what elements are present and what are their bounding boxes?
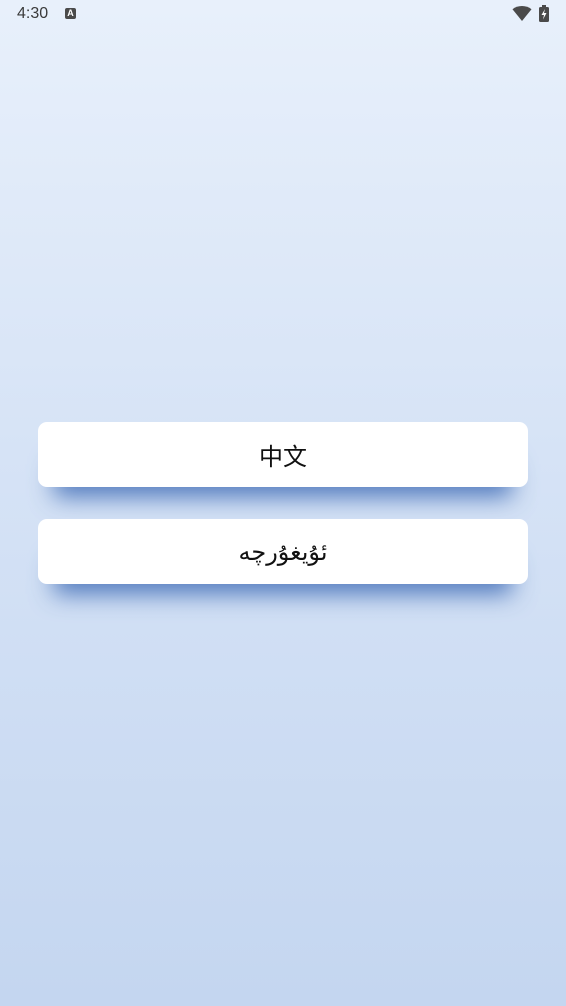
status-bar: 4:30 A <box>0 0 566 28</box>
app-notification-icon: A <box>65 8 76 19</box>
language-label-chinese: 中文 <box>259 443 307 471</box>
language-button-uyghur[interactable]: ئۇيغۇرچە <box>38 519 528 584</box>
language-label-uyghur: ئۇيغۇرچە <box>238 537 328 566</box>
battery-charging-icon <box>539 5 549 22</box>
status-time: 4:30 <box>17 5 49 22</box>
language-button-chinese[interactable]: 中文 <box>38 422 528 487</box>
wifi-icon <box>512 6 532 21</box>
